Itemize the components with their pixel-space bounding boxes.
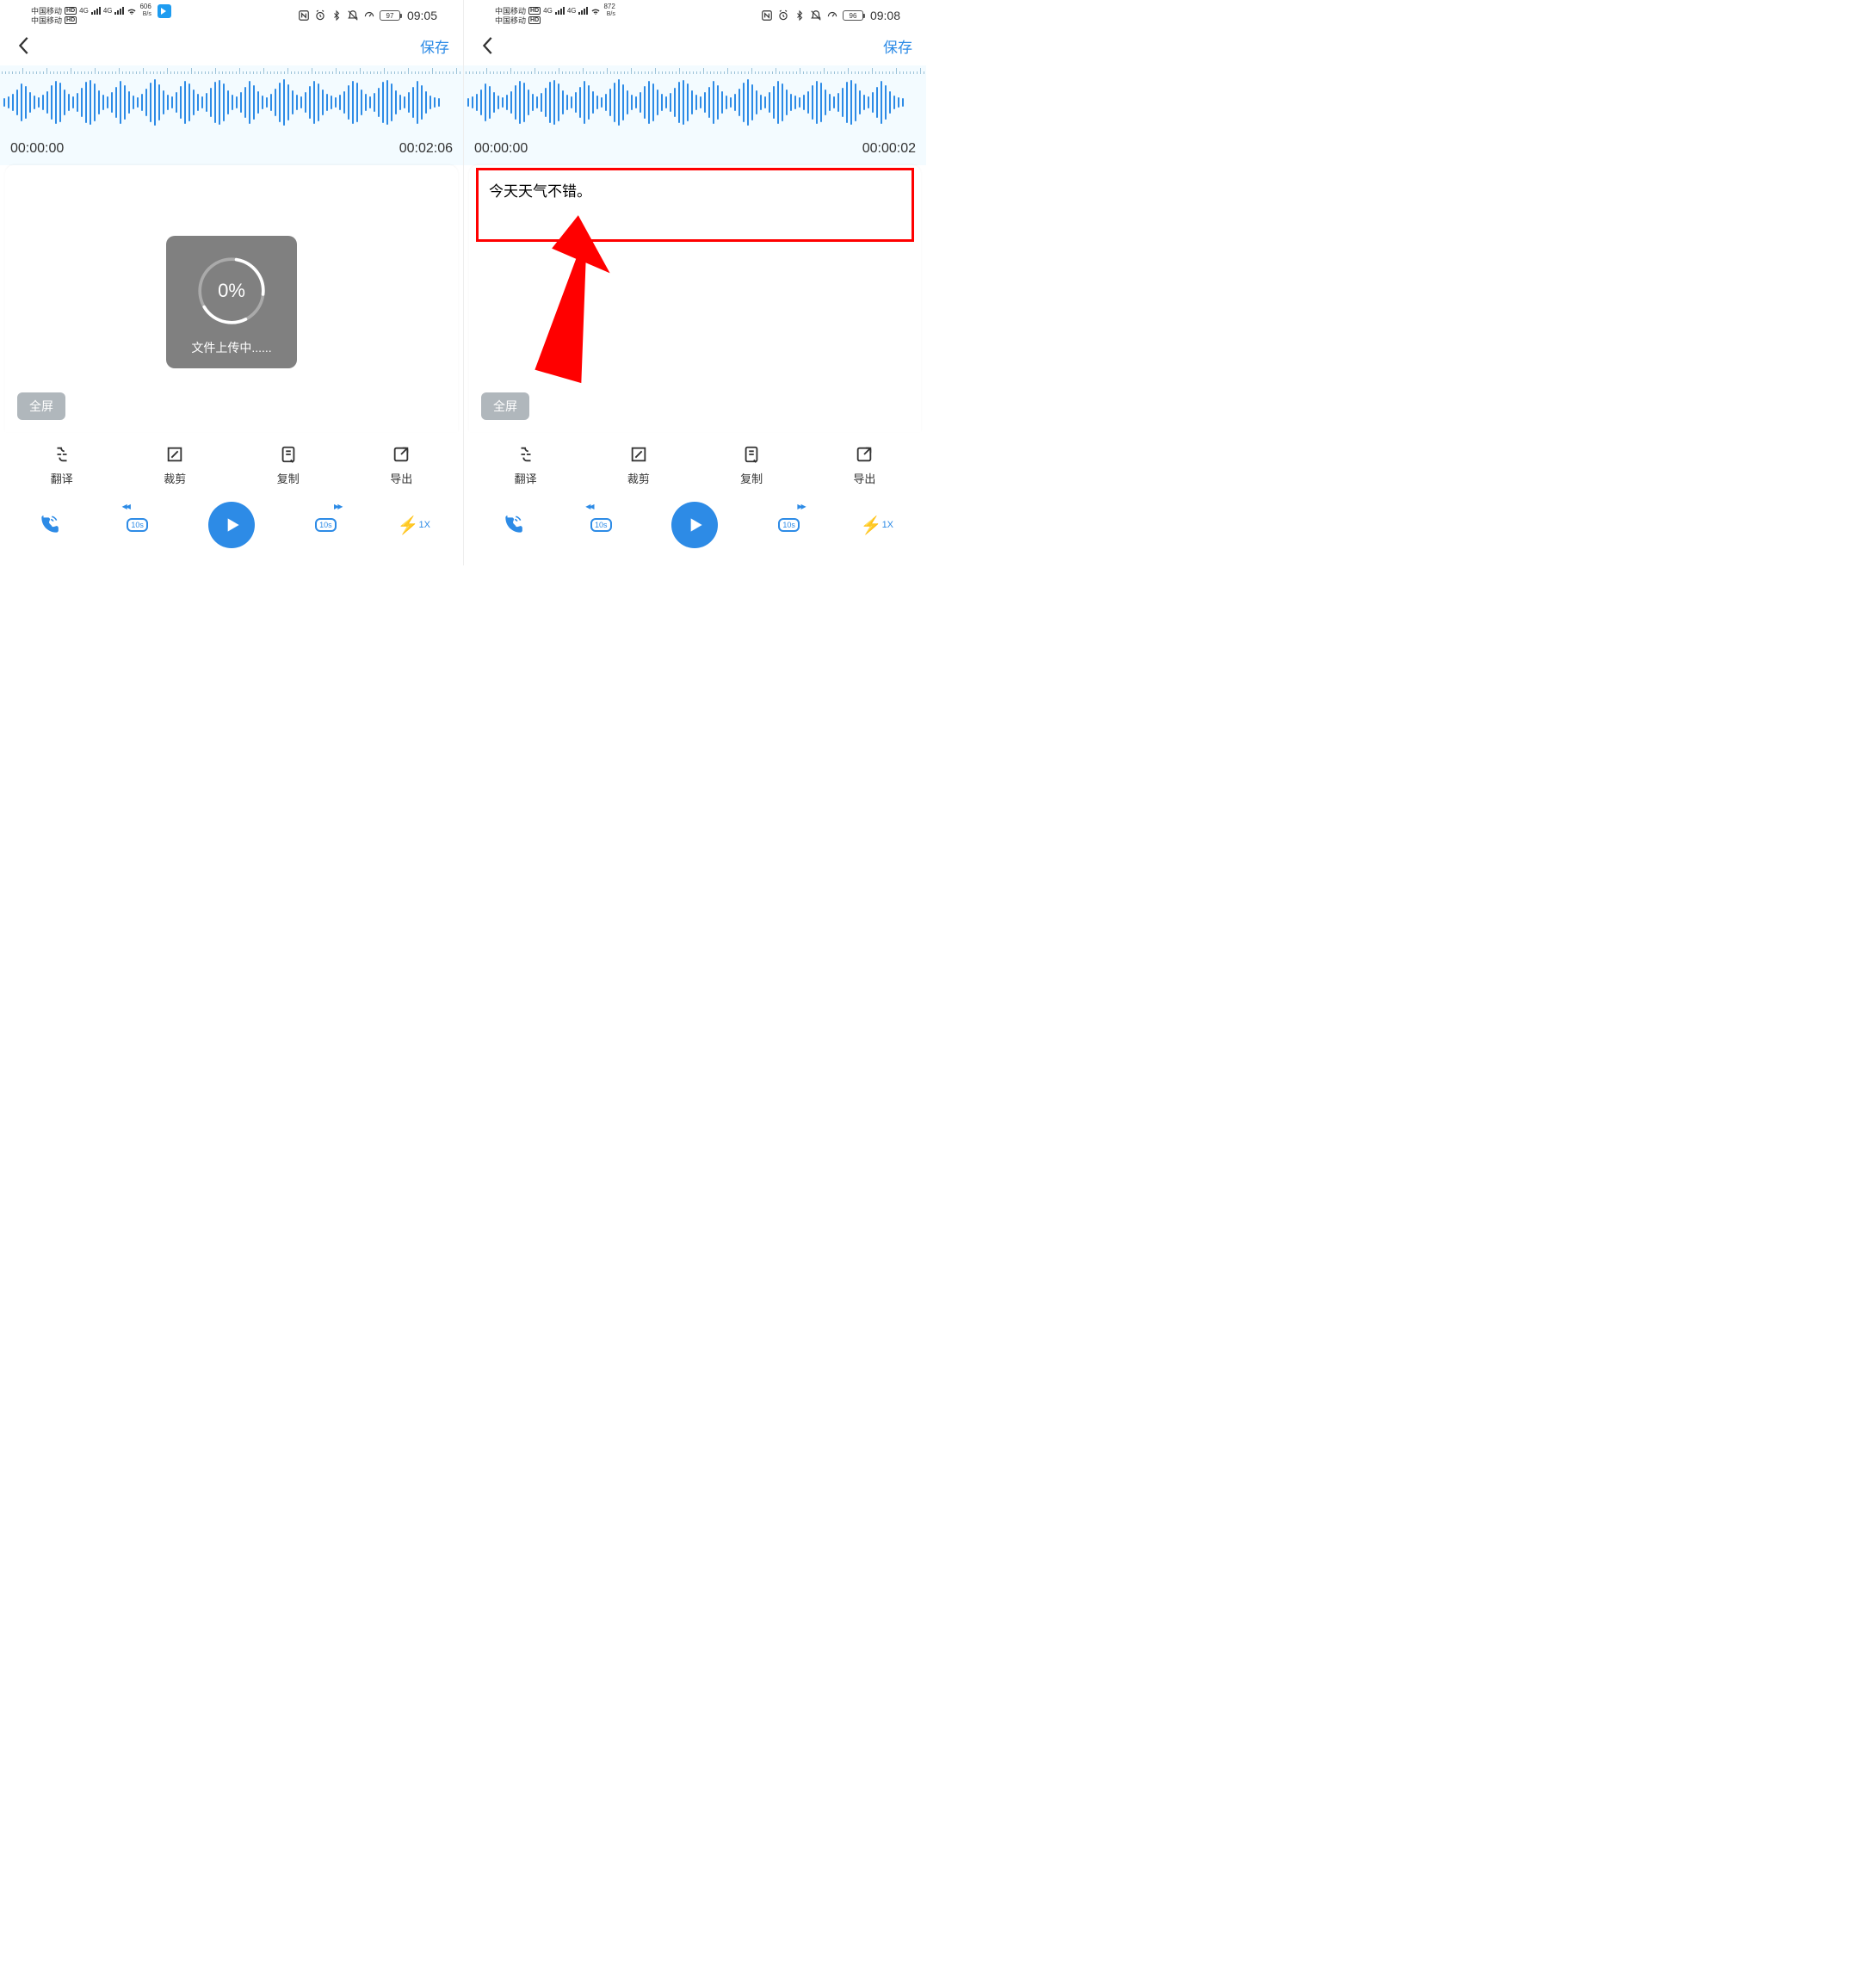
content-card: 0% 文件上传中...... 全屏	[5, 165, 458, 432]
bolt-icon: ⚡	[861, 515, 882, 536]
copy-icon	[278, 444, 299, 465]
play-button[interactable]	[671, 502, 718, 548]
time-end: 00:00:02	[862, 141, 916, 157]
action-bar: 翻译 裁剪 复制 导出	[464, 432, 926, 495]
transcript-text: 今天天气不错。	[489, 183, 591, 200]
save-button[interactable]: 保存	[420, 35, 449, 57]
back-button[interactable]	[14, 35, 34, 56]
export-icon	[391, 444, 411, 465]
hd-badge-2: HD	[65, 16, 77, 24]
hd-badge: HD	[65, 7, 77, 15]
forward-10s-button[interactable]: ▶▶10s	[772, 508, 806, 542]
nav-bar: 保存	[0, 26, 463, 65]
app-badge-icon	[158, 4, 171, 18]
timeline-ruler[interactable]	[0, 65, 463, 74]
translate-button[interactable]: 翻译	[51, 444, 73, 486]
crop-icon	[164, 444, 185, 465]
mute-icon	[347, 9, 359, 22]
alarm-icon	[314, 9, 326, 22]
carrier-label-2: 中国移动	[495, 15, 526, 26]
rewind-icon: ◀◀	[122, 503, 129, 510]
forward-icon: ▶▶	[797, 503, 804, 510]
net-type-2: 4G	[103, 7, 113, 15]
crop-icon	[628, 444, 649, 465]
action-bar: 翻译 裁剪 复制 导出	[0, 432, 463, 495]
forward-10s-button[interactable]: ▶▶10s	[308, 508, 343, 542]
play-button[interactable]	[208, 502, 255, 548]
waveform[interactable]	[0, 74, 463, 131]
bluetooth-icon	[794, 9, 806, 22]
hd-badge: HD	[528, 7, 541, 15]
carrier-label-2: 中国移动	[31, 15, 62, 26]
speed-button[interactable]: ⚡1X	[397, 508, 431, 542]
signal-icon	[555, 7, 565, 15]
rewind-10s-button[interactable]: ◀◀10s	[584, 508, 618, 542]
copy-button[interactable]: 复制	[740, 444, 763, 486]
forward-icon: ▶▶	[334, 503, 341, 510]
clock: 09:08	[870, 9, 900, 22]
nav-bar: 保存	[464, 26, 926, 65]
fullscreen-button[interactable]: 全屏	[17, 392, 65, 420]
export-icon	[854, 444, 874, 465]
annotation-arrow-icon	[500, 213, 612, 386]
alarm-icon	[777, 9, 789, 22]
status-bar: 中国移动 HD 4G 4G 872B/s 中国移动 HD	[464, 0, 926, 26]
time-display: 00:00:00 00:02:06	[0, 131, 463, 165]
net-type: 4G	[79, 7, 89, 15]
back-button[interactable]	[478, 35, 498, 56]
player-bar: ◀◀10s ▶▶10s ⚡1X	[464, 495, 926, 565]
speed-button[interactable]: ⚡1X	[860, 508, 894, 542]
hd-badge-2: HD	[528, 16, 541, 24]
clock: 09:05	[407, 9, 437, 22]
translate-icon	[52, 444, 72, 465]
time-start: 00:00:00	[474, 141, 528, 157]
bluetooth-icon	[331, 9, 343, 22]
net-type-2: 4G	[567, 7, 577, 15]
rewind-icon: ◀◀	[585, 503, 592, 510]
content-card: 今天天气不错。 全屏	[469, 165, 921, 432]
status-bar: 中国移动 HD 4G 4G 606B/s 中国移动 HD	[0, 0, 463, 26]
time-start: 00:00:00	[10, 141, 64, 157]
waveform[interactable]	[464, 74, 926, 131]
bolt-icon: ⚡	[398, 515, 419, 536]
time-end: 00:02:06	[399, 141, 453, 157]
export-button[interactable]: 导出	[390, 444, 412, 486]
copy-icon	[741, 444, 762, 465]
call-button[interactable]	[32, 508, 66, 542]
crop-button[interactable]: 裁剪	[627, 444, 650, 486]
call-button[interactable]	[496, 508, 530, 542]
progress-percent: 0%	[192, 251, 271, 330]
battery-indicator: 96	[843, 10, 863, 21]
upload-text: 文件上传中......	[175, 339, 288, 356]
net-type: 4G	[543, 7, 553, 15]
save-button[interactable]: 保存	[883, 35, 912, 57]
crop-button[interactable]: 裁剪	[164, 444, 186, 486]
wifi-icon	[590, 7, 601, 15]
translate-icon	[516, 444, 536, 465]
export-button[interactable]: 导出	[853, 444, 875, 486]
upload-modal: 0% 文件上传中......	[166, 236, 297, 368]
mute-icon	[810, 9, 822, 22]
timeline-ruler[interactable]	[464, 65, 926, 74]
fullscreen-button[interactable]: 全屏	[481, 392, 529, 420]
speed-icon	[363, 9, 375, 22]
signal-icon	[91, 7, 101, 15]
time-display: 00:00:00 00:00:02	[464, 131, 926, 165]
copy-button[interactable]: 复制	[277, 444, 300, 486]
rewind-10s-button[interactable]: ◀◀10s	[121, 508, 155, 542]
battery-indicator: 97	[380, 10, 400, 21]
nfc-icon	[298, 9, 310, 22]
player-bar: ◀◀10s ▶▶10s ⚡1X	[0, 495, 463, 565]
translate-button[interactable]: 翻译	[515, 444, 537, 486]
nfc-icon	[761, 9, 773, 22]
progress-ring: 0%	[192, 251, 271, 330]
signal-icon-2	[114, 7, 124, 15]
signal-icon-2	[578, 7, 588, 15]
wifi-icon	[127, 7, 137, 15]
speed-icon	[826, 9, 838, 22]
